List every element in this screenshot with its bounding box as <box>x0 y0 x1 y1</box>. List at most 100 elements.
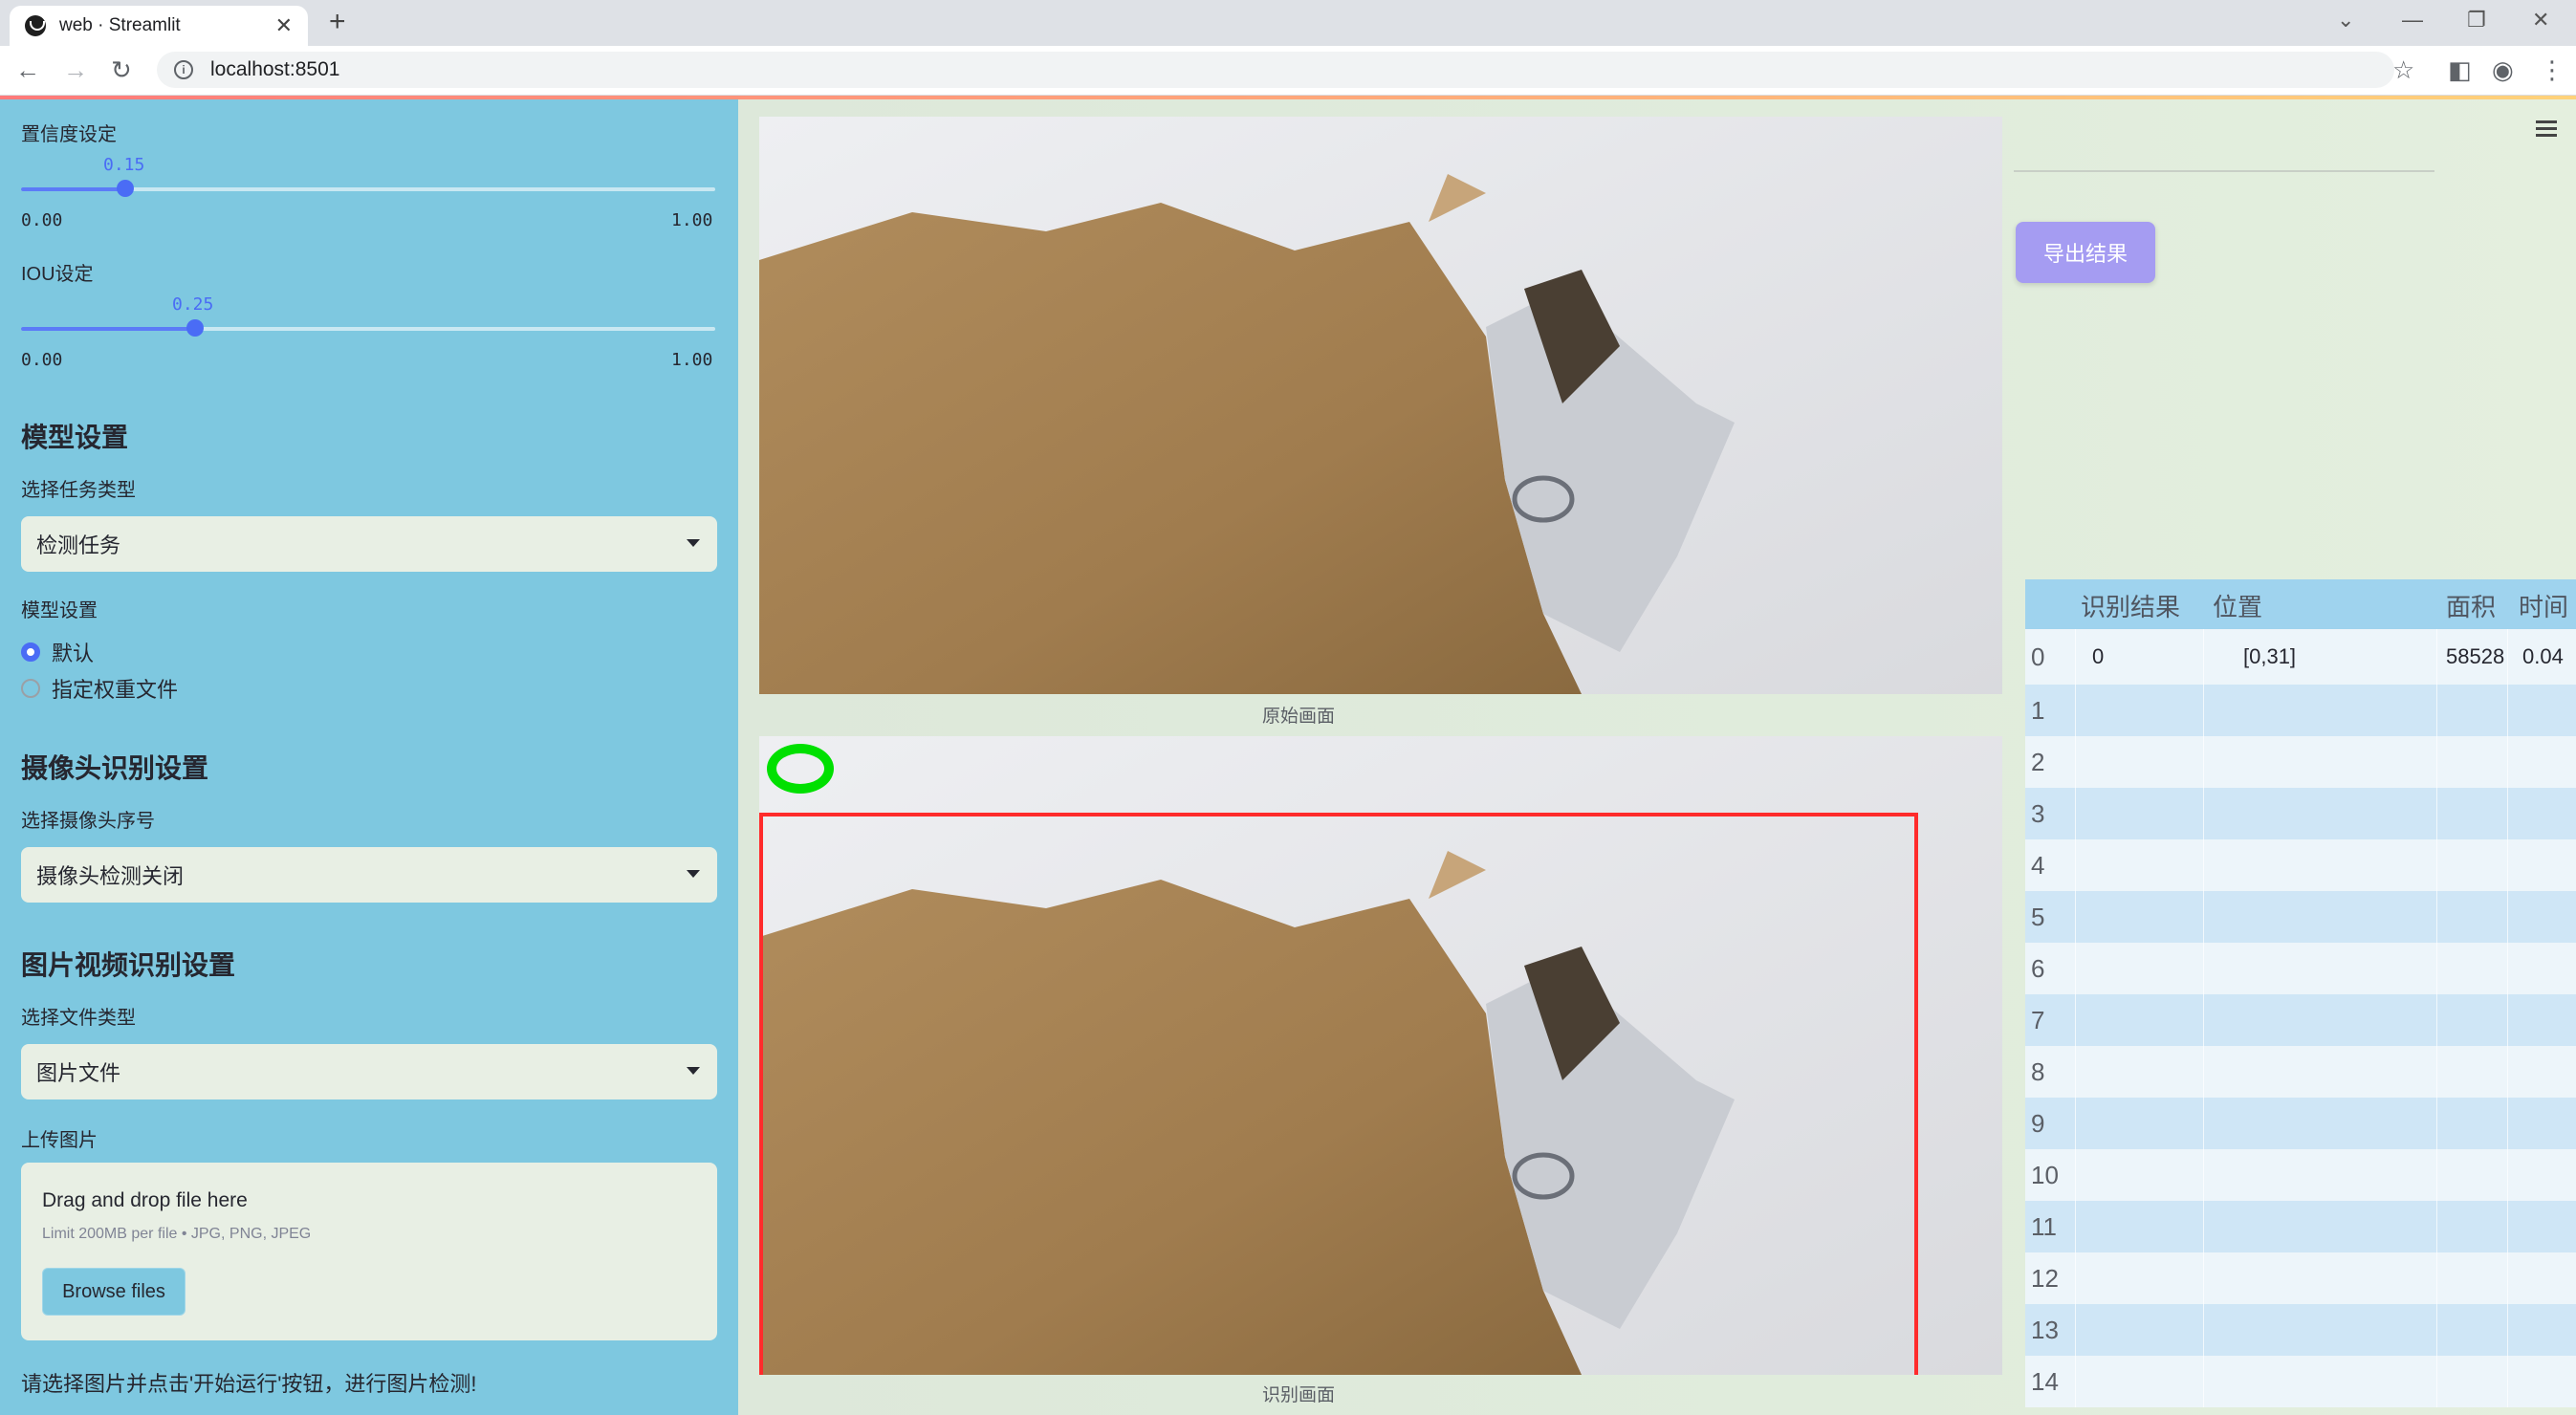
column-separator <box>2075 1201 2076 1252</box>
column-separator <box>2436 1149 2437 1201</box>
table-row[interactable]: 11 <box>2025 1201 2576 1252</box>
row-index-cell[interactable]: 12 <box>2031 1252 2059 1304</box>
bookmark-star-icon[interactable]: ☆ <box>2392 55 2414 85</box>
column-separator <box>2436 891 2437 943</box>
detected-image <box>759 736 2002 1375</box>
site-info-icon[interactable]: i <box>174 60 193 79</box>
table-row[interactable]: 1 <box>2025 685 2576 736</box>
header-position[interactable]: 位置 <box>2213 579 2262 631</box>
iou-value: 0.25 <box>172 294 214 315</box>
table-row[interactable]: 2 <box>2025 736 2576 788</box>
file-uploader-dropzone[interactable]: Drag and drop file here Limit 200MB per … <box>21 1163 717 1340</box>
row-index-cell[interactable]: 3 <box>2031 788 2044 839</box>
row-index-cell[interactable]: 11 <box>2031 1201 2057 1252</box>
url-text: localhost:8501 <box>210 58 340 80</box>
table-row[interactable]: 12 <box>2025 1252 2576 1304</box>
row-index-cell[interactable]: 6 <box>2031 943 2044 994</box>
row-index-cell[interactable]: 7 <box>2031 994 2044 1046</box>
column-separator <box>2436 1098 2437 1149</box>
dropzone-title: Drag and drop file here <box>42 1189 248 1211</box>
row-index-cell[interactable]: 8 <box>2031 1046 2044 1098</box>
column-separator <box>2075 891 2076 943</box>
column-separator <box>2075 994 2076 1046</box>
forward-icon[interactable]: → <box>63 55 88 85</box>
iou-slider-thumb[interactable] <box>186 319 204 337</box>
row-index-cell[interactable]: 14 <box>2031 1356 2059 1407</box>
table-row[interactable]: 13 <box>2025 1304 2576 1356</box>
table-row[interactable]: 6 <box>2025 943 2576 994</box>
new-tab-icon[interactable]: + <box>329 6 346 38</box>
camera-select-value: 摄像头检测关闭 <box>36 864 185 888</box>
header-area[interactable]: 面积 <box>2446 579 2496 631</box>
side-panel-icon[interactable]: ◧ <box>2448 55 2472 85</box>
reload-icon[interactable]: ↻ <box>111 55 132 85</box>
chevron-down-icon <box>687 1067 700 1075</box>
more-menu-icon[interactable]: ⋮ <box>2540 55 2565 85</box>
confidence-slider-thumb[interactable] <box>116 180 134 197</box>
tab-search-icon[interactable]: ⌄ <box>2337 8 2354 33</box>
restore-icon[interactable]: ❐ <box>2467 8 2486 33</box>
confidence-slider[interactable] <box>21 180 715 197</box>
close-window-icon[interactable]: ✕ <box>2532 8 2549 33</box>
file-type-select[interactable]: 图片文件 <box>21 1044 717 1099</box>
column-separator <box>2203 788 2204 839</box>
column-separator <box>2075 1149 2076 1201</box>
table-row[interactable]: 3 <box>2025 788 2576 839</box>
export-results-button[interactable]: 导出结果 <box>2016 222 2155 283</box>
table-header-row: 识别结果 位置 面积 时间 <box>2025 579 2576 631</box>
column-separator <box>2203 1201 2204 1252</box>
table-row[interactable]: 8 <box>2025 1046 2576 1098</box>
divider <box>2014 170 2434 172</box>
close-tab-icon[interactable]: ✕ <box>275 13 293 38</box>
dropzone-limit: Limit 200MB per file • JPG, PNG, JPEG <box>42 1226 312 1242</box>
chevron-down-icon <box>687 870 700 878</box>
minimize-icon[interactable]: — <box>2402 8 2423 33</box>
table-row[interactable]: 14 <box>2025 1356 2576 1407</box>
row-index-cell[interactable]: 5 <box>2031 891 2044 943</box>
radio-checked-icon[interactable] <box>21 642 40 662</box>
column-separator <box>2507 1356 2508 1407</box>
column-separator <box>2075 1356 2076 1407</box>
area-cell[interactable]: 58528 <box>2446 629 2504 685</box>
column-separator <box>2203 1304 2204 1356</box>
position-cell[interactable]: [0,31] <box>2243 629 2296 685</box>
browse-files-button[interactable]: Browse files <box>42 1268 186 1316</box>
column-separator <box>2075 839 2076 891</box>
row-index-cell[interactable]: 9 <box>2031 1098 2044 1149</box>
table-row[interactable]: 9 <box>2025 1098 2576 1149</box>
row-index-cell[interactable]: 1 <box>2031 685 2044 736</box>
file-type-label: 选择文件类型 <box>21 1008 136 1029</box>
row-index-cell[interactable]: 2 <box>2031 736 2044 788</box>
column-separator <box>2203 994 2204 1046</box>
column-separator <box>2507 1252 2508 1304</box>
back-icon[interactable]: ← <box>15 55 40 85</box>
radio-custom-weights[interactable]: 指定权重文件 <box>21 673 178 704</box>
radio-default[interactable]: 默认 <box>21 637 94 667</box>
url-field[interactable]: i localhost:8501 <box>157 52 2394 88</box>
row-index-cell[interactable]: 10 <box>2031 1149 2059 1201</box>
column-separator <box>2436 1304 2437 1356</box>
time-cell[interactable]: 0.04 <box>2522 629 2564 685</box>
row-index-cell[interactable]: 4 <box>2031 839 2044 891</box>
column-separator <box>2436 994 2437 1046</box>
column-separator <box>2075 1252 2076 1304</box>
table-row[interactable]: 5 <box>2025 891 2576 943</box>
camera-select[interactable]: 摄像头检测关闭 <box>21 847 717 903</box>
table-row[interactable]: 10 <box>2025 1149 2576 1201</box>
column-separator <box>2203 943 2204 994</box>
table-row[interactable]: 0 0 [0,31] 58528 0.04 <box>2025 629 2576 685</box>
header-result[interactable]: 识别结果 <box>2081 579 2180 631</box>
browser-tab[interactable]: web · Streamlit ✕ <box>10 6 308 46</box>
column-separator <box>2203 1046 2204 1098</box>
result-cell[interactable]: 0 <box>2092 629 2104 685</box>
table-row[interactable]: 4 <box>2025 839 2576 891</box>
header-time[interactable]: 时间 <box>2519 579 2568 631</box>
task-type-select[interactable]: 检测任务 <box>21 516 717 572</box>
profile-icon[interactable]: ◉ <box>2492 55 2514 85</box>
iou-slider[interactable] <box>21 319 715 337</box>
row-index-cell[interactable]: 0 <box>2031 629 2044 685</box>
radio-unchecked-icon[interactable] <box>21 679 40 698</box>
table-row[interactable]: 7 <box>2025 994 2576 1046</box>
hamburger-menu-icon[interactable] <box>2536 120 2559 138</box>
row-index-cell[interactable]: 13 <box>2031 1304 2059 1356</box>
